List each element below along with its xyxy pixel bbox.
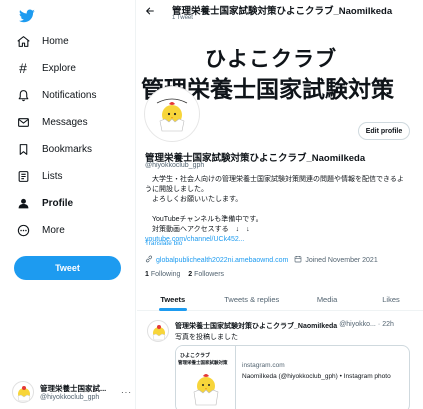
nav-lists-label: Lists — [42, 170, 63, 182]
bell-icon — [16, 88, 30, 102]
twitter-bird-icon[interactable] — [18, 8, 36, 24]
bio-line: YouTubeチャンネルも準備中です。 — [145, 216, 263, 223]
arrow-left-icon[interactable] — [145, 6, 155, 19]
link-icon — [145, 255, 153, 265]
follow-stats: 1 Following 2 Followers — [145, 271, 224, 278]
card-image-line-2: 管理栄養士国家試験対策 — [178, 360, 228, 365]
nav-messages-label: Messages — [42, 116, 88, 128]
link-card-title: NaomiIkeda (@hiyokkoclub_gph) • Instagra… — [242, 373, 391, 380]
followers-link[interactable]: 2 Followers — [188, 271, 224, 278]
person-icon — [16, 196, 30, 210]
tab-tweets-replies[interactable]: Tweets & replies — [209, 289, 296, 310]
tweet-item[interactable]: 管理栄養士国家試験対策ひよこクラブ_NaomiIkeda @hiyokko...… — [137, 312, 423, 409]
card-image-line-1: ひよこクラブ — [180, 353, 211, 359]
tweet-button[interactable]: Tweet — [14, 256, 121, 280]
bio-youtube-link[interactable]: youtube.com/channel/UCk452... — [145, 235, 415, 245]
nav-notifications[interactable]: Notifications — [16, 85, 96, 105]
home-icon — [16, 34, 30, 48]
calendar-icon — [294, 255, 302, 265]
account-more-icon[interactable]: ··· — [121, 388, 132, 397]
joined-date: Joined November 2021 — [305, 256, 378, 264]
tweet-author-name[interactable]: 管理栄養士国家試験対策ひよこクラブ_NaomiIkeda — [175, 321, 337, 331]
profile-tabs: Tweets Tweets & replies Media Likes — [137, 289, 423, 311]
tweet-author-handle: @hiyokko... — [339, 321, 376, 328]
tab-tweets[interactable]: Tweets — [137, 289, 209, 310]
following-link[interactable]: 1 Following — [145, 271, 180, 278]
followers-label: Followers — [194, 271, 225, 278]
nav-profile[interactable]: Profile — [16, 193, 73, 213]
avatar — [12, 381, 34, 403]
profile-avatar[interactable] — [145, 87, 199, 141]
following-count: 1 — [145, 271, 149, 278]
link-card[interactable]: ひよこクラブ 管理栄養士国家試験対策 instagram.com NaomiIk… — [175, 345, 410, 409]
bio-line: うに開設しました。 — [145, 186, 208, 193]
nav-more-label: More — [42, 224, 65, 236]
link-card-domain: instagram.com — [242, 362, 285, 369]
account-handle: @hiyokkoclub_gph — [40, 394, 100, 401]
bio-line — [145, 205, 415, 215]
account-switcher[interactable]: 管理栄養士国家試... @hiyokkoclub_gph ··· — [12, 380, 132, 404]
followers-count: 2 — [188, 271, 193, 278]
edit-profile-button[interactable]: Edit profile — [358, 122, 410, 140]
bio-line: 大学生・社会人向けの管理栄養士国家試験対策関連の問題や情報を配信できるよ — [145, 176, 404, 183]
tweet-separator: · — [377, 321, 381, 328]
nav-messages[interactable]: Messages — [16, 112, 88, 132]
following-label: Following — [150, 271, 181, 278]
nav-home[interactable]: Home — [16, 31, 69, 51]
link-card-image: ひよこクラブ 管理栄養士国家試験対策 — [176, 346, 236, 409]
hashtag-icon: # — [19, 60, 27, 76]
envelope-icon — [16, 115, 30, 129]
nav-bookmarks-label: Bookmarks — [42, 143, 93, 155]
nav-notifications-label: Notifications — [42, 89, 97, 101]
translate-bio-link[interactable]: Translate bio — [145, 240, 182, 247]
account-name: 管理栄養士国家試... — [40, 384, 107, 393]
bookmark-icon — [16, 142, 30, 156]
chick-illustration — [193, 374, 219, 406]
nav-profile-label: Profile — [42, 197, 74, 209]
profile-meta: globalpublichealth2022ni.amebaownd.com J… — [145, 255, 378, 265]
tab-media[interactable]: Media — [295, 289, 359, 310]
nav-lists[interactable]: Lists — [16, 166, 63, 186]
website-link[interactable]: globalpublichealth2022ni.amebaownd.com — [156, 257, 288, 264]
left-sidebar: Home # Explore Notifications Messages Bo… — [0, 0, 136, 409]
list-icon — [16, 169, 30, 183]
page-title: 管理栄養士国家試験対策ひよこクラブ_NaomiIkeda — [172, 6, 393, 17]
tweet-avatar[interactable] — [147, 320, 169, 342]
tweet-text: 写真を投稿しました — [175, 334, 238, 341]
bio-line: 対策動画へアクセスする ↓ ↓ — [145, 226, 250, 233]
nav-home-label: Home — [42, 35, 69, 47]
bio-line: よろしくお願いいたします。 — [145, 196, 243, 203]
tweet-timestamp[interactable]: 22h — [382, 321, 394, 331]
main-column: 管理栄養士国家試験対策ひよこクラブ_NaomiIkeda 1 Tweet ひよこ… — [137, 0, 423, 409]
profile-handle: @hiyokkoclub_gph — [145, 162, 205, 169]
tweet-count: 1 Tweet — [172, 15, 193, 21]
profile-bio: 大学生・社会人向けの管理栄養士国家試験対策関連の問題や情報を配信できるよ うに開… — [145, 175, 415, 245]
banner-line-1: ひよこクラブ — [205, 47, 337, 71]
nav-explore[interactable]: # Explore — [16, 58, 76, 78]
nav-explore-label: Explore — [42, 62, 76, 74]
more-circle-icon — [16, 223, 30, 237]
nav-more[interactable]: More — [16, 220, 65, 240]
nav-bookmarks[interactable]: Bookmarks — [16, 139, 92, 159]
tab-likes[interactable]: Likes — [359, 289, 423, 310]
tweet-header: 管理栄養士国家試験対策ひよこクラブ_NaomiIkeda @hiyokko...… — [175, 321, 394, 331]
